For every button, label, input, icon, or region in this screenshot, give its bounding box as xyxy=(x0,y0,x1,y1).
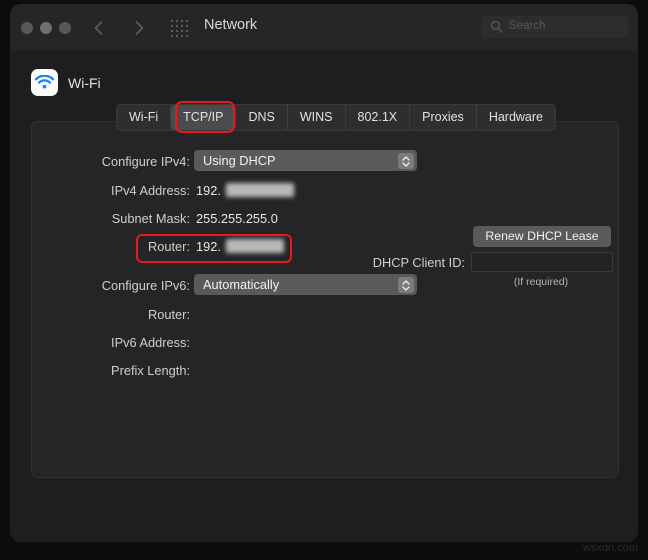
ipv4-address-label: IPv4 Address: xyxy=(10,183,190,198)
dhcp-client-id-label: DHCP Client ID: xyxy=(350,255,465,270)
configure-ipv6-label: Configure IPv6: xyxy=(10,278,190,293)
settings-tab-bar: Wi-Fi TCP/IP DNS WINS 802.1X Proxies Har… xyxy=(116,104,556,131)
tab-tcpip[interactable]: TCP/IP xyxy=(171,105,236,130)
tab-proxies[interactable]: Proxies xyxy=(410,105,477,130)
configure-ipv4-select[interactable]: Using DHCP xyxy=(194,150,417,171)
network-preferences-window: Network Search Wi-Fi Wi-Fi TCP/IP DNS WI… xyxy=(10,4,638,542)
tab-dns[interactable]: DNS xyxy=(236,105,287,130)
ipv4-address-value: 192. xyxy=(196,183,221,198)
watermark: wsxdn.com xyxy=(583,542,638,554)
configure-ipv6-select[interactable]: Automatically xyxy=(194,274,417,295)
service-name-label: Wi-Fi xyxy=(68,75,101,91)
configure-ipv4-label: Configure IPv4: xyxy=(10,154,190,169)
window-titlebar: Network Search xyxy=(10,4,638,50)
ipv4-address-redaction xyxy=(226,183,294,197)
subnet-mask-value: 255.255.255.0 xyxy=(196,211,278,226)
ipv6-address-label: IPv6 Address: xyxy=(10,335,190,350)
ipv4-router-value: 192. xyxy=(196,239,221,254)
minimize-button[interactable] xyxy=(40,22,52,34)
chevron-updown-icon xyxy=(398,153,414,169)
ipv4-router-label: Router: xyxy=(10,239,190,254)
tab-8021x[interactable]: 802.1X xyxy=(346,105,411,130)
all-preferences-grid-icon[interactable] xyxy=(171,20,187,36)
dhcp-client-id-hint: (If required) xyxy=(471,276,611,288)
forward-chevron-icon[interactable] xyxy=(129,18,149,38)
search-input[interactable]: Search xyxy=(481,16,628,38)
page-title: Network xyxy=(204,17,257,33)
tcpip-settings-sheet: Wi-Fi Wi-Fi TCP/IP DNS WINS 802.1X Proxi… xyxy=(10,50,638,542)
renew-dhcp-lease-button[interactable]: Renew DHCP Lease xyxy=(473,226,611,247)
tcpip-content-panel xyxy=(31,121,619,478)
subnet-mask-label: Subnet Mask: xyxy=(10,211,190,226)
wifi-icon xyxy=(31,69,58,96)
chevron-updown-icon xyxy=(398,277,414,293)
tab-wifi[interactable]: Wi-Fi xyxy=(117,105,171,130)
close-button[interactable] xyxy=(21,22,33,34)
ipv6-router-label: Router: xyxy=(10,307,190,322)
configure-ipv4-value: Using DHCP xyxy=(203,153,276,168)
back-chevron-icon[interactable] xyxy=(89,18,109,38)
search-placeholder: Search xyxy=(509,20,545,32)
zoom-button[interactable] xyxy=(59,22,71,34)
tab-wins[interactable]: WINS xyxy=(288,105,346,130)
prefix-length-label: Prefix Length: xyxy=(10,363,190,378)
configure-ipv6-value: Automatically xyxy=(203,277,279,292)
tab-hardware[interactable]: Hardware xyxy=(477,105,555,130)
dhcp-client-id-input[interactable] xyxy=(471,252,613,272)
ipv4-router-redaction xyxy=(226,239,284,253)
search-icon xyxy=(490,20,503,33)
